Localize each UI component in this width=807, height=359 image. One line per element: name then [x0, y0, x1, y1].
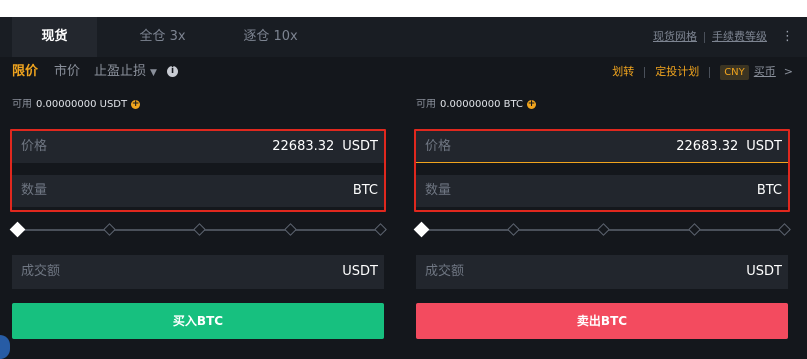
- order-type-row: 限价 市价 止盈止损 ▼ i 划转 定投计划 CNY 买币 >: [0, 57, 807, 87]
- chevron-right-icon[interactable]: >: [784, 65, 793, 78]
- spot-trade-panel: 现货 全仓 3x 逐仓 10x 现货网格 手续费等级 ⋮ 限价 市价 止盈止损 ▼ i…: [0, 17, 807, 359]
- sell-available: 可用 0.00000000 BTC +: [416, 97, 792, 112]
- total-unit: USDT: [342, 264, 378, 279]
- caret-down-icon: ▼: [150, 68, 157, 78]
- sell-quantity-input[interactable]: 数量 BTC: [416, 175, 788, 207]
- tab-spot[interactable]: 现货: [12, 17, 97, 57]
- order-type-limit[interactable]: 限价: [12, 57, 38, 87]
- sell-btc-button[interactable]: 卖出BTC: [416, 303, 788, 339]
- slider-step-75[interactable]: [688, 223, 701, 236]
- transfer-link[interactable]: 划转: [612, 65, 634, 78]
- top-links: 现货网格 手续费等级 ⋮: [653, 17, 794, 57]
- price-value: 22683.32: [272, 139, 335, 154]
- total-label: 成交额: [425, 264, 465, 279]
- price-value: 22683.32: [676, 139, 739, 154]
- floating-tab-edge[interactable]: [0, 335, 10, 359]
- slider-step-100[interactable]: [374, 223, 387, 236]
- price-value-group: 22683.32 USDT: [272, 131, 378, 163]
- order-type-stop-label: 止盈止损: [94, 64, 147, 79]
- slider-handle[interactable]: [413, 221, 430, 238]
- buy-btc-button[interactable]: 买入BTC: [12, 303, 384, 339]
- slider-step-50[interactable]: [597, 223, 610, 236]
- spot-grid-link[interactable]: 现货网格: [653, 30, 697, 43]
- slider-step-75[interactable]: [284, 223, 297, 236]
- tab-isolated-margin[interactable]: 逐仓 10x: [228, 17, 313, 57]
- quantity-label: 数量: [21, 183, 48, 198]
- price-unit: USDT: [342, 139, 378, 154]
- plus-circle-icon[interactable]: +: [131, 99, 141, 109]
- quantity-unit: BTC: [756, 183, 782, 198]
- buy-price-input[interactable]: 价格 22683.32 USDT: [12, 131, 384, 163]
- fee-level-link[interactable]: 手续费等级: [712, 30, 767, 43]
- order-type-market[interactable]: 市价: [54, 57, 80, 87]
- available-amount: 0.00000000 USDT: [36, 99, 128, 110]
- sell-form: 可用 0.00000000 BTC + 价格 22683.32 USDT 数量 BTC…: [413, 97, 792, 339]
- dca-plan-link[interactable]: 定投计划: [655, 65, 699, 78]
- buy-coin-link[interactable]: 买币: [754, 65, 776, 78]
- divider: [709, 66, 711, 78]
- more-vertical-icon[interactable]: ⋮: [781, 17, 794, 57]
- buy-form: 可用 0.00000000 USDT + 价格 22683.32 USDT 数量 BT…: [9, 97, 388, 339]
- currency-badge[interactable]: CNY: [720, 64, 749, 80]
- right-actions: 划转 定投计划 CNY 买币 >: [612, 57, 793, 87]
- price-label: 价格: [425, 139, 452, 154]
- total-unit: USDT: [746, 264, 782, 279]
- price-unit: USDT: [746, 139, 782, 154]
- plus-circle-icon[interactable]: +: [526, 99, 536, 109]
- available-amount: 0.00000000 BTC: [440, 99, 523, 110]
- order-type-stop[interactable]: 止盈止损 ▼: [94, 57, 157, 88]
- quantity-label: 数量: [425, 183, 452, 198]
- buy-total-input[interactable]: 成交额 USDT: [12, 255, 384, 289]
- buy-quantity-input[interactable]: 数量 BTC: [12, 175, 384, 207]
- slider-step-100[interactable]: [778, 223, 791, 236]
- slider-step-50[interactable]: [193, 223, 206, 236]
- divider: [704, 31, 705, 43]
- slider-step-25[interactable]: [507, 223, 520, 236]
- buy-amount-slider[interactable]: [9, 221, 387, 238]
- price-label: 价格: [21, 139, 48, 154]
- total-label: 成交额: [21, 264, 61, 279]
- slider-handle[interactable]: [9, 221, 26, 238]
- tab-cross-margin[interactable]: 全仓 3x: [120, 17, 205, 57]
- sell-total-input[interactable]: 成交额 USDT: [416, 255, 788, 289]
- info-icon[interactable]: i: [167, 66, 178, 77]
- slider-step-25[interactable]: [103, 223, 116, 236]
- quantity-unit: BTC: [352, 183, 378, 198]
- available-label: 可用: [12, 99, 32, 110]
- price-value-group: 22683.32 USDT: [676, 131, 782, 163]
- sell-price-input[interactable]: 价格 22683.32 USDT: [416, 131, 788, 163]
- divider: [644, 66, 646, 78]
- buy-available: 可用 0.00000000 USDT +: [12, 97, 388, 112]
- account-tabs: 现货 全仓 3x 逐仓 10x 现货网格 手续费等级 ⋮: [0, 17, 807, 57]
- sell-amount-slider[interactable]: [413, 221, 791, 238]
- available-label: 可用: [416, 99, 436, 110]
